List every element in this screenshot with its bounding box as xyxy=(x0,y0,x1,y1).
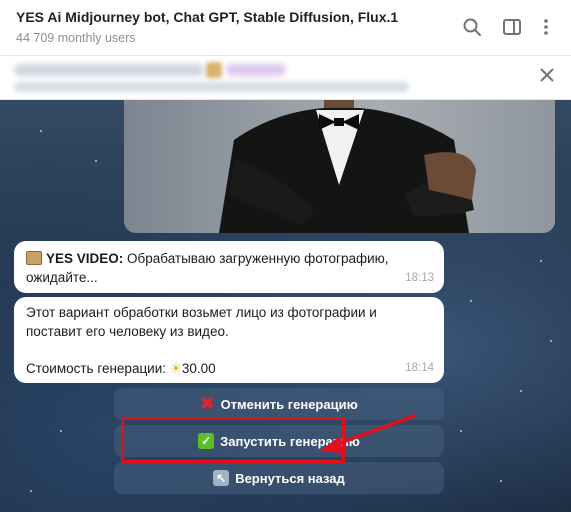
message-line: поставит его человеку из видео. xyxy=(26,324,229,339)
pinned-blurred-text xyxy=(14,82,409,92)
film-frames-icon xyxy=(26,251,42,265)
message-time: 18:13 xyxy=(405,272,434,284)
message-time: 18:14 xyxy=(405,362,434,374)
pinned-blurred-text xyxy=(226,64,286,76)
message-bubble[interactable]: YES VIDEO: Обрабатываю загруженную фотог… xyxy=(14,241,444,293)
close-icon[interactable] xyxy=(536,64,558,86)
message-photo[interactable] xyxy=(124,100,555,233)
cross-mark-icon: ✖ xyxy=(200,394,215,413)
cost-value: 30.00 xyxy=(181,361,216,376)
more-vertical-icon[interactable] xyxy=(533,14,559,40)
search-icon[interactable] xyxy=(459,14,485,40)
cost-label: Стоимость генерации: xyxy=(26,361,167,376)
message-line: Этот вариант обработки возьмет лицо из ф… xyxy=(26,305,377,320)
arrow-up-left-icon: ↖ xyxy=(213,470,230,486)
chat-subtitle: 44 709 monthly users xyxy=(16,31,136,45)
message-sender: YES VIDEO: xyxy=(46,251,124,266)
go-back-label: Вернуться назад xyxy=(235,470,345,486)
pinned-blurred-text xyxy=(14,64,204,76)
chat-header: YES Ai Midjourney bot, Chat GPT, Stable … xyxy=(0,0,571,56)
sidebar-panel-icon[interactable] xyxy=(499,14,525,40)
chat-title[interactable]: YES Ai Midjourney bot, Chat GPT, Stable … xyxy=(16,9,398,25)
pinned-message-bar[interactable] xyxy=(0,56,571,100)
sun-icon: ☀ xyxy=(169,361,182,376)
pinned-blurred-emoji xyxy=(206,62,222,78)
annotation-arrow xyxy=(320,414,416,453)
message-text: YES VIDEO: Обрабатываю загруженную фотог… xyxy=(26,249,406,287)
message-bubble[interactable]: Этот вариант обработки возьмет лицо из ф… xyxy=(14,297,444,383)
go-back-button[interactable]: ↖ Вернуться назад xyxy=(114,462,444,494)
message-cost: Стоимость генерации: ☀30.00 xyxy=(26,359,216,378)
